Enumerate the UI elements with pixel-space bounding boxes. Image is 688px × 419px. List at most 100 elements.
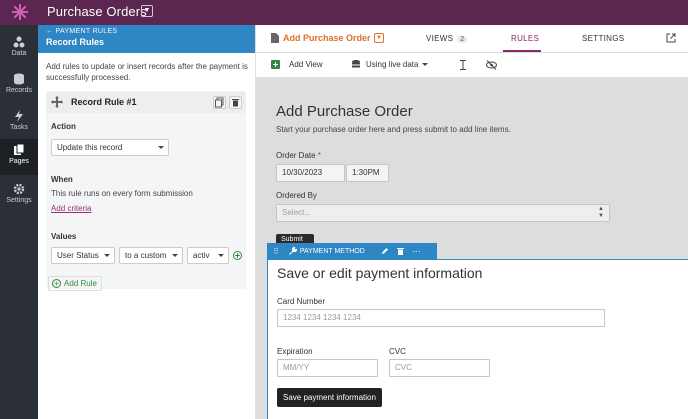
panel-description: Add rules to update or insert records af… (46, 62, 248, 82)
value-field-select[interactable]: User Status (51, 247, 115, 264)
drag-handle-icon[interactable]: ⠿ (273, 247, 279, 256)
add-view-label: Add View (289, 60, 323, 69)
data-source-dropdown[interactable]: Using live data (352, 60, 429, 69)
delete-rule-button[interactable] (229, 96, 242, 109)
value-input-select[interactable]: activ (187, 247, 229, 264)
page-header: Add Purchase Order ▼ VIEWS 2 RULES SETTIN… (256, 25, 688, 53)
count-badge: 2 (457, 36, 468, 43)
ordered-by-label: Ordered By (276, 191, 317, 200)
order-date-label-text: Order Date (276, 151, 316, 160)
rail-item-settings[interactable]: Settings (0, 178, 38, 212)
add-view-button[interactable]: Add View (271, 60, 323, 69)
plus-square-icon (271, 60, 280, 69)
panel-title: Record Rules (46, 37, 105, 47)
payment-title: Save or edit payment information (277, 265, 483, 281)
records-icon (14, 73, 24, 85)
breadcrumb-label[interactable]: PAYMENT RULES (56, 28, 118, 35)
app-switcher-chevron-down-icon[interactable]: ▼ (141, 5, 153, 17)
rail-item-label: Records (5, 87, 33, 94)
active-tab-indicator (503, 50, 541, 52)
expiration-label: Expiration (277, 347, 313, 356)
add-rule-label: Add Rule (64, 279, 97, 288)
drag-move-icon[interactable] (51, 96, 63, 108)
card-number-label: Card Number (277, 297, 326, 306)
plus-circle-icon: + (52, 279, 61, 288)
rail-item-label: Settings (6, 197, 32, 204)
pencil-icon[interactable] (381, 247, 389, 255)
page-name[interactable]: Add Purchase Order (283, 33, 371, 43)
save-payment-button[interactable]: Save payment information (277, 388, 382, 407)
chevron-down-icon (172, 254, 178, 257)
payment-method-toolbar: ⠿ PAYMENT METHOD ··· (267, 243, 437, 259)
app-title: Purchase Orders (47, 4, 147, 19)
database-icon (352, 60, 360, 68)
order-date-input[interactable]: 10/30/2023 (276, 164, 345, 182)
app-logo-icon[interactable] (12, 4, 28, 20)
sort-arrows-icon: ▲ ▼ (598, 206, 604, 219)
rule-body: Action Update this record When This rule… (46, 113, 246, 289)
chevron-down-icon (218, 254, 224, 257)
rail-item-records[interactable]: Records (0, 68, 38, 102)
page-icon (271, 33, 279, 43)
values-label: Values (51, 232, 77, 241)
top-bar: Purchase Orders ▼ (0, 0, 688, 25)
rail-item-data[interactable]: Data (0, 31, 38, 65)
rail-item-pages[interactable]: Pages (0, 139, 38, 175)
eye-slash-icon (486, 60, 497, 70)
form-description: Start your purchase order here and press… (276, 125, 511, 134)
pages-icon (14, 144, 25, 155)
payment-method-label: PAYMENT METHOD (299, 247, 365, 255)
payment-section: Save or edit payment information Card Nu… (267, 259, 688, 419)
rail-item-label: Data (11, 50, 27, 57)
breadcrumb[interactable]: ← PAYMENT RULES (46, 28, 247, 35)
value-input-value: activ (193, 251, 210, 260)
order-time-input[interactable]: 1:30PM (346, 164, 389, 182)
tab-settings[interactable]: SETTINGS (582, 34, 624, 43)
copy-rule-button[interactable] (213, 96, 226, 109)
when-label: When (51, 175, 73, 184)
expiration-input[interactable]: MM/YY (277, 359, 378, 377)
tab-rules[interactable]: RULES (511, 34, 539, 43)
chevron-down-icon (104, 254, 110, 257)
rules-panel: ← PAYMENT RULES Record Rules Add rules t… (38, 25, 256, 419)
page-chevron-down-icon[interactable]: ▼ (374, 33, 384, 43)
rail-item-tasks[interactable]: Tasks (0, 105, 38, 139)
add-rule-button[interactable]: + Add Rule (48, 276, 102, 291)
copy-icon (215, 97, 224, 108)
text-cursor-button[interactable] (459, 60, 467, 70)
record-rule-card: Record Rule #1 Action Update this record… (46, 91, 246, 289)
cvc-input[interactable]: CVC (389, 359, 490, 377)
action-select[interactable]: Update this record (51, 139, 169, 156)
more-options-icon[interactable]: ··· (412, 246, 421, 256)
rule-name: Record Rule #1 (71, 97, 137, 107)
trash-icon[interactable] (396, 247, 404, 255)
add-criteria-link[interactable]: Add criteria (51, 204, 91, 213)
order-date-label: Order Date * (276, 151, 321, 160)
value-mode-select[interactable]: to a custom (119, 247, 183, 264)
value-mode-value: to a custom (125, 251, 167, 260)
add-value-plus-circle-icon[interactable] (233, 251, 242, 260)
card-number-input[interactable]: 1234 1234 1234 1234 (277, 309, 605, 327)
chevron-down-icon (422, 63, 429, 66)
action-select-value: Update this record (57, 143, 123, 152)
settings-icon (13, 183, 25, 195)
tab-views[interactable]: VIEWS 2 (426, 34, 468, 43)
panel-header: ← PAYMENT RULES Record Rules (38, 25, 255, 53)
hide-preview-button[interactable] (486, 60, 497, 70)
when-description: This rule runs on every form submission (51, 189, 193, 198)
value-field-value: User Status (57, 251, 99, 260)
trash-icon (232, 99, 239, 107)
external-link-icon[interactable] (666, 33, 676, 43)
rail-item-label: Tasks (10, 124, 28, 131)
data-icon (13, 36, 25, 48)
ordered-by-select[interactable]: Select... ▲ ▼ (276, 204, 610, 222)
ordered-by-placeholder: Select... (282, 208, 311, 217)
tab-label: VIEWS (426, 34, 454, 43)
text-cursor-icon (460, 60, 466, 70)
cvc-label: CVC (389, 347, 406, 356)
wrench-icon (288, 247, 297, 255)
rail-item-label: Pages (9, 158, 29, 165)
form-title: Add Purchase Order (276, 103, 413, 120)
back-arrow-icon[interactable]: ← (46, 28, 56, 35)
action-label: Action (51, 122, 76, 131)
